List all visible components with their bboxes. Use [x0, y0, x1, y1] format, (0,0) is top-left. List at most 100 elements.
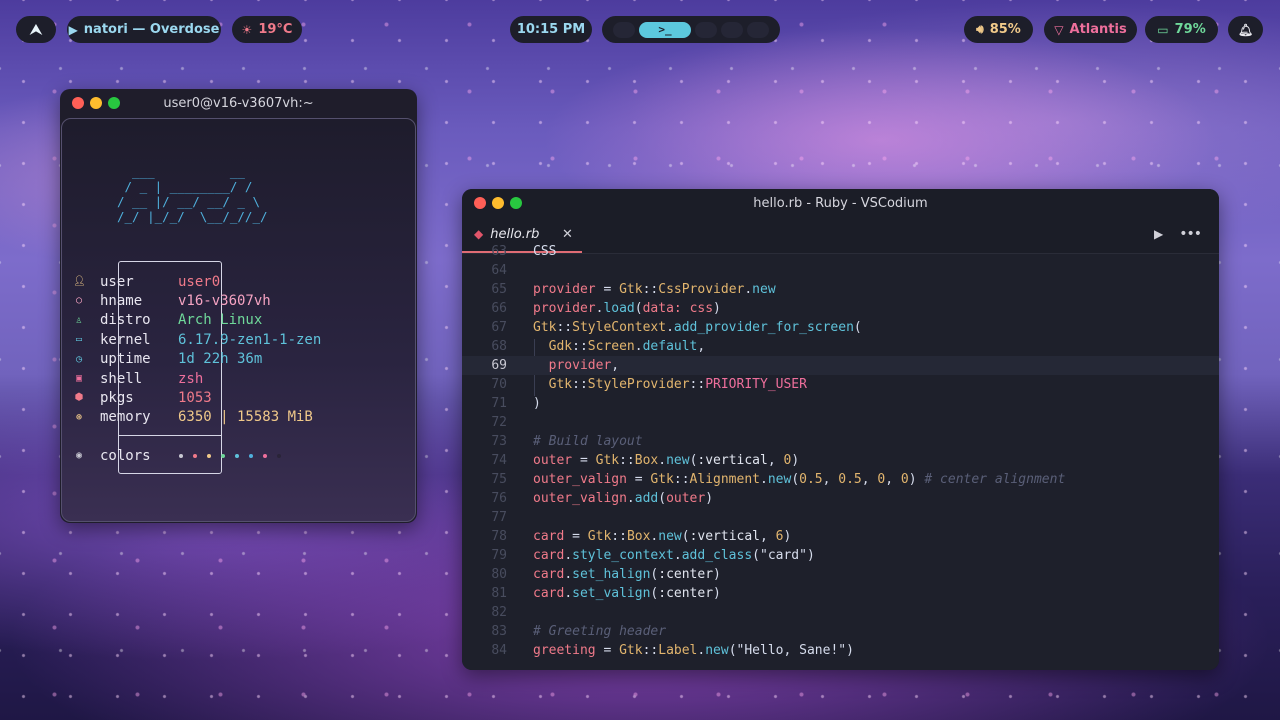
workspaces[interactable]: >_ [602, 16, 780, 43]
color-swatch [235, 454, 239, 458]
volume-widget[interactable]: 🔊︎ 85% [964, 16, 1033, 43]
fetch-divider [119, 435, 221, 436]
code-line[interactable]: 72 [462, 413, 1219, 432]
weather-label: 19°C [258, 22, 293, 37]
wifi-label: Atlantis [1069, 22, 1127, 37]
volume-label: 85% [989, 22, 1021, 37]
user-icon: 👤︎ [73, 276, 86, 287]
clock[interactable]: 10:15 PM [510, 16, 592, 43]
line-number: 69 [491, 358, 507, 373]
palette-icon: ◉ [75, 450, 83, 461]
line-number: 68 [491, 339, 507, 354]
launcher-button[interactable]: ⮝ [16, 16, 56, 43]
fetch-label: shell [100, 370, 143, 387]
code-line[interactable]: 75 outer_valign = Gtk::Alignment.new(0.5,… [462, 470, 1219, 489]
tab-label: hello.rb [490, 226, 540, 242]
code-editor[interactable]: 63 CSS6465 provider = Gtk::CssProvider.new… [462, 244, 1219, 670]
maximize-button[interactable] [108, 97, 120, 109]
code-line[interactable]: 84 greeting = Gtk::Label.new("Hello, Sane… [462, 641, 1219, 660]
line-number: 67 [491, 320, 507, 335]
fetch-label: distro [100, 312, 151, 329]
vscodium-window[interactable]: hello.rb - Ruby - VSCodium ◆ hello.rb ✕ … [462, 189, 1219, 670]
code-text: provider = Gtk::CssProvider.new [533, 282, 776, 297]
editor-titlebar[interactable]: hello.rb - Ruby - VSCodium [462, 189, 1219, 217]
color-swatch [221, 454, 225, 458]
line-number: 83 [491, 624, 507, 639]
code-line[interactable]: 66 provider.load(data: css) [462, 299, 1219, 318]
line-number: 79 [491, 548, 507, 563]
code-text: CSS [533, 244, 557, 259]
code-line[interactable]: 65 provider = Gtk::CssProvider.new [462, 280, 1219, 299]
code-line[interactable]: 63 CSS [462, 242, 1219, 261]
code-line[interactable]: 67 Gtk::StyleContext.add_provider_for_scr… [462, 318, 1219, 337]
weather-widget[interactable]: ☀ 19°C [232, 16, 302, 43]
line-number: 71 [491, 396, 507, 411]
code-text: Gtk::StyleProvider::PRIORITY_USER [548, 377, 807, 392]
code-line[interactable]: 83 # Greeting header [462, 622, 1219, 641]
code-line[interactable]: 68 Gdk::Screen.default, [462, 337, 1219, 356]
code-text: # Greeting header [533, 624, 667, 639]
code-text: # Build layout [533, 434, 643, 449]
code-line[interactable]: 73 # Build layout [462, 432, 1219, 451]
wifi-icon: ▽ [1054, 22, 1064, 37]
code-line[interactable]: 74 outer = Gtk::Box.new(:vertical, 0) [462, 451, 1219, 470]
line-number: 81 [491, 586, 507, 601]
workspace-4[interactable] [721, 21, 743, 38]
line-number: 63 [491, 244, 507, 259]
close-button[interactable] [72, 97, 84, 109]
workspace-3[interactable] [695, 21, 717, 38]
fetch-label: colors [100, 447, 151, 464]
code-line[interactable]: 70 Gtk::StyleProvider::PRIORITY_USER [462, 375, 1219, 394]
maximize-button[interactable] [510, 197, 522, 209]
code-line[interactable]: 81 card.set_valign(:center) [462, 584, 1219, 603]
color-swatch [263, 454, 267, 458]
terminal-titlebar[interactable]: user0@v16-v3607vh:~ [60, 89, 417, 117]
code-line[interactable]: 64 [462, 261, 1219, 280]
workspace-1[interactable] [613, 21, 635, 38]
memory-icon: ⊛ [75, 411, 83, 423]
code-line[interactable]: 79 card.style_context.add_class("card") [462, 546, 1219, 565]
code-line[interactable]: 78 card = Gtk::Box.new(:vertical, 6) [462, 527, 1219, 546]
code-text: ) [533, 396, 541, 411]
terminal-window[interactable]: user0@v16-v3607vh:~ ___ __ / _ | _______… [60, 89, 417, 523]
line-number: 74 [491, 453, 507, 468]
package-icon: ⬢ [74, 392, 84, 404]
fetch-value: 1d 22h 36m [178, 351, 263, 368]
minimize-button[interactable] [492, 197, 504, 209]
workspace-5[interactable] [747, 21, 769, 38]
fetch-label: uptime [100, 351, 151, 368]
line-number: 75 [491, 472, 507, 487]
code-line[interactable]: 71) [462, 394, 1219, 413]
close-tab-icon[interactable]: ✕ [562, 227, 573, 242]
code-line[interactable]: 76 outer_valign.add(outer) [462, 489, 1219, 508]
fetch-label: memory [100, 409, 151, 426]
fetch-value: 6350 | 15583 MiB [178, 409, 313, 426]
wifi-widget[interactable]: ▽ Atlantis [1044, 16, 1137, 43]
workspace-active[interactable]: >_ [639, 21, 691, 38]
fetch-label: user [100, 273, 134, 290]
run-icon[interactable]: ▶ [1154, 227, 1163, 241]
media-widget[interactable]: ▶ natori — Overdose [67, 16, 221, 43]
code-line[interactable]: 69 provider, [462, 356, 1219, 375]
code-text: provider, [548, 358, 620, 373]
close-button[interactable] [474, 197, 486, 209]
minimize-button[interactable] [90, 97, 102, 109]
line-number: 70 [491, 377, 507, 392]
code-text: card = Gtk::Box.new(:vertical, 6) [533, 529, 792, 544]
code-line[interactable]: 77 [462, 508, 1219, 527]
code-line[interactable]: 82 [462, 603, 1219, 622]
code-line[interactable]: 80 card.set_halign(:center) [462, 565, 1219, 584]
fetch-value: Arch Linux [178, 312, 263, 329]
notifications-button[interactable]: 🔔︎ [1228, 16, 1263, 43]
play-icon: ▶ [68, 22, 78, 37]
more-actions-icon[interactable]: ••• [1179, 226, 1202, 242]
line-number: 64 [491, 263, 507, 278]
distro-icon: ♙ [75, 314, 83, 326]
line-number: 78 [491, 529, 507, 544]
code-text: card.set_halign(:center) [533, 567, 721, 582]
battery-widget[interactable]: ▭ 79% [1145, 16, 1218, 43]
terminal-body[interactable]: ___ __ / _ | ________/ / / __ |/ __/ __/… [61, 118, 416, 522]
line-number: 66 [491, 301, 507, 316]
code-text: provider.load(data: css) [533, 301, 721, 316]
color-swatch [193, 454, 197, 458]
